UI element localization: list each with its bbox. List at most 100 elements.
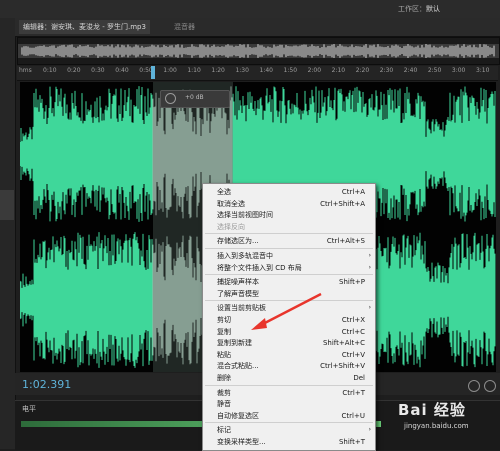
watermark-url: jingyan.baidu.com [404, 422, 469, 430]
ruler-tick: 1:30 [235, 67, 249, 74]
zoom-out-icon[interactable] [484, 380, 496, 392]
ruler-tick: 3:10 [475, 67, 490, 74]
menu-item-label: 捕捉噪声样本 [217, 278, 259, 287]
menu-item[interactable]: 选择当前视图时间 [203, 209, 375, 221]
menu-item[interactable]: 选择反向 [203, 221, 375, 233]
menu-item-shortcut: Ctrl+Shift+V [320, 362, 365, 371]
menu-item[interactable]: 标记 › [203, 424, 375, 436]
menu-item-label: 自动修复选区 [217, 411, 259, 420]
menu-item-shortcut: Shift+Alt+C [322, 339, 365, 348]
menu-item[interactable]: 粘贴 Ctrl+V [203, 349, 375, 361]
ruler-tick: 0:10 [43, 67, 57, 74]
left-panel [0, 18, 16, 449]
tab-mixer[interactable]: 混音器 [170, 20, 199, 34]
menu-item-label: 取消全选 [217, 199, 245, 208]
ruler-tick: 1:10 [187, 67, 201, 74]
menu-item-label: 提取声道到单声道文件 [217, 448, 287, 451]
menu-item-label: 将整个文件插入到 CD 布局 [217, 263, 302, 272]
ruler-tick: 0:30 [91, 67, 105, 74]
menu-item[interactable]: 全选 Ctrl+A [203, 186, 375, 198]
menu-item[interactable]: 静音 [203, 398, 375, 410]
zoom-in-icon[interactable] [468, 380, 480, 392]
workspace-label: 工作区： [398, 5, 426, 13]
menu-item[interactable]: 提取声道到单声道文件 [203, 448, 375, 451]
menu-item[interactable]: 捕捉噪声样本 Shift+P [203, 276, 375, 288]
ruler-tick: 2:20 [355, 67, 370, 74]
ruler-tick: 1:20 [211, 67, 225, 74]
menu-item-shortcut: Ctrl+X [341, 316, 365, 324]
menu-item-shortcut: Shift+P [339, 278, 365, 287]
menu-item-shortcut: Ctrl+Shift+A [320, 199, 365, 208]
ruler-tick: 2:10 [331, 67, 346, 74]
waveform-overview[interactable] [17, 37, 500, 65]
menu-separator [205, 248, 373, 249]
menu-item-shortcut: Ctrl+A [341, 188, 365, 196]
menu-item-shortcut: Ctrl+V [341, 350, 365, 359]
watermark-text: Bai 经验 [398, 401, 466, 419]
menu-item-label: 静音 [217, 400, 231, 409]
ruler-tick: 1:00 [163, 67, 177, 74]
menu-item-label: 变换采样类型... [217, 438, 266, 446]
ruler-tick: 1:40 [259, 67, 273, 74]
menu-separator [205, 422, 373, 424]
menu-item-label: 选择反向 [217, 222, 245, 231]
submenu-arrow-icon: › [368, 304, 371, 312]
menu-item[interactable]: 混合式粘贴... Ctrl+Shift+V [203, 360, 375, 372]
menu-item[interactable]: 裁剪 Ctrl+T [203, 387, 375, 399]
menu-item-label: 全选 [217, 188, 231, 196]
menu-item-shortcut: Del [353, 374, 365, 382]
menu-item-label: 选择当前视图时间 [217, 211, 273, 220]
hud-level: +0 dB [185, 94, 204, 101]
workspace-value: 默认 [426, 5, 440, 13]
submenu-arrow-icon: › [368, 426, 371, 434]
menu-separator [205, 274, 373, 276]
menu-item-shortcut: Ctrl+T [342, 388, 365, 397]
left-panel-tab[interactable] [0, 190, 14, 220]
ruler-tick: 2:30 [379, 67, 394, 74]
ruler-tick: 1:50 [283, 67, 298, 74]
ruler-tick: hms [19, 67, 32, 74]
menu-item[interactable]: 删除 Del [203, 372, 375, 384]
ruler-tick: 2:50 [427, 67, 442, 74]
tab-editor[interactable]: 编辑器：谢安琪、麦浚龙 - 罗生门.mp3 [19, 20, 150, 34]
workspace-selector[interactable]: 工作区：默认 [398, 4, 440, 14]
submenu-arrow-icon: › [368, 252, 371, 259]
ruler-tick: 2:40 [403, 67, 418, 74]
menu-item-label: 复制 [217, 327, 231, 336]
ruler-tick: 2:00 [307, 67, 322, 74]
menu-item-label: 混合式粘贴... [217, 362, 259, 371]
menu-item-label: 复制到新建 [217, 339, 252, 348]
menu-item[interactable]: 复制到新建 Shift+Alt+C [203, 337, 375, 349]
current-time: 1:02.391 [22, 378, 72, 391]
menu-item[interactable]: 插入到多轨混音中 › [203, 250, 375, 262]
menu-item-label: 删除 [217, 374, 231, 382]
menu-item[interactable]: 将整个文件插入到 CD 布局 › [203, 262, 375, 274]
overview-waveform [18, 44, 499, 58]
menu-item-label: 插入到多轨混音中 [217, 252, 273, 260]
tab-bar: 编辑器：谢安琪、麦浚龙 - 罗生门.mp3 混音器 [15, 18, 500, 37]
menu-item-label: 存储选区为... [217, 237, 259, 246]
menu-item-shortcut: Ctrl+C [341, 327, 365, 336]
annotation-arrow-icon [251, 292, 322, 330]
menu-separator [205, 384, 373, 386]
menu-item-shortcut: Ctrl+U [341, 411, 365, 420]
hud-volume-control[interactable]: +0 dB [160, 90, 230, 108]
menu-item[interactable]: 取消全选 Ctrl+Shift+A [203, 198, 375, 210]
ruler-tick: 3:00 [451, 67, 466, 74]
menu-item[interactable]: 存储选区为... Ctrl+Alt+S [203, 235, 375, 247]
ruler-tick: 0:20 [67, 67, 81, 74]
time-ruler[interactable]: hms 0:10 0:20 0:30 0:40 0:50 1:00 1:10 1:20 1:30 1… [17, 66, 498, 81]
menu-item-label: 标记 [217, 426, 231, 435]
menu-item[interactable]: 自动修复选区 Ctrl+U [203, 410, 375, 422]
submenu-arrow-icon: › [368, 263, 371, 271]
menu-item-label: 粘贴 [217, 350, 231, 359]
menu-item[interactable]: 变换采样类型... Shift+T [203, 436, 375, 448]
playhead-marker[interactable] [151, 66, 155, 79]
menu-item-shortcut: Ctrl+Alt+S [326, 237, 365, 246]
ruler-tick: 0:40 [115, 67, 129, 74]
menu-item-shortcut: Shift+T [338, 438, 365, 446]
menu-item-label: 裁剪 [217, 388, 231, 397]
menu-item-label: 剪切 [217, 316, 231, 324]
volume-knob-icon[interactable] [165, 93, 176, 104]
menu-separator [205, 233, 373, 235]
